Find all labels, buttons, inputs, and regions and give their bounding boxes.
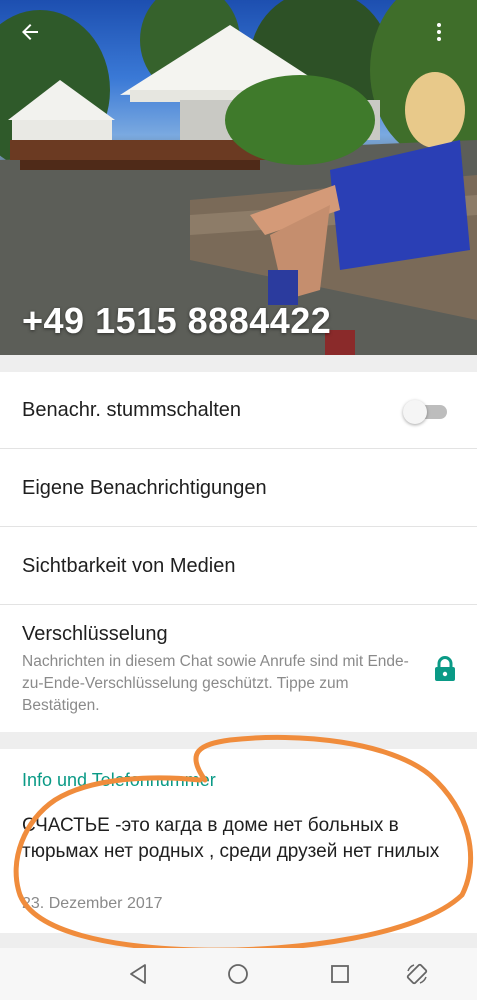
lock-icon	[435, 656, 455, 681]
media-visibility-label: Sichtbarkeit von Medien	[22, 555, 236, 577]
toggle-knob	[403, 400, 427, 424]
home-circle-icon[interactable]	[226, 962, 250, 986]
more-options-button[interactable]	[427, 20, 463, 56]
contact-phone-number: +49 1515 8884422	[22, 300, 332, 341]
hand-drawn-circle-annotation	[13, 734, 474, 953]
section-gap	[0, 355, 477, 372]
media-visibility-row[interactable]: Sichtbarkeit von Medien	[0, 527, 477, 604]
custom-notifications-row[interactable]: Eigene Benachrichtigungen	[0, 449, 477, 526]
back-button[interactable]	[18, 20, 54, 56]
back-triangle-icon[interactable]	[126, 962, 150, 986]
mute-toggle[interactable]	[403, 400, 447, 424]
more-vert-icon	[437, 23, 441, 41]
arrow-left-icon	[22, 24, 38, 40]
rotate-icon[interactable]	[405, 962, 429, 986]
system-navigation-bar	[0, 948, 477, 1000]
recents-square-icon[interactable]	[328, 962, 352, 986]
contact-header-photo[interactable]: +49 1515 8884422	[0, 0, 477, 355]
encryption-label: Verschlüsselung	[22, 623, 168, 645]
custom-notifications-label: Eigene Benachrichtigungen	[22, 477, 267, 499]
mute-notifications-label: Benachr. stummschalten	[22, 399, 241, 421]
encryption-description: Nachrichten in diesem Chat sowie Anrufe …	[22, 653, 409, 714]
